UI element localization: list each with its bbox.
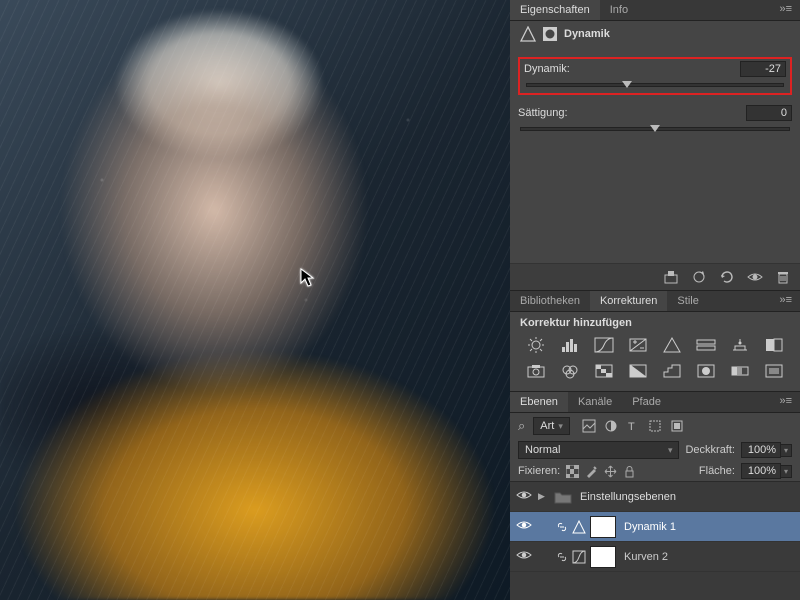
layer-filter-row: ⌕ Art▾ T	[510, 413, 800, 439]
adjustment-icons	[510, 331, 800, 391]
link-icon[interactable]	[556, 521, 568, 533]
visibility-toggle-icon[interactable]	[514, 549, 534, 564]
properties-footer	[510, 263, 800, 290]
tab-corrections[interactable]: Korrekturen	[590, 291, 667, 311]
trash-icon[interactable]	[774, 268, 792, 286]
pointer-cursor	[300, 268, 316, 293]
saturation-label: Sättigung:	[518, 107, 568, 119]
right-panels: Eigenschaften Info »≡ Dynamik Dynamik:	[510, 0, 800, 600]
layers-panel: Ebenen Kanäle Pfade »≡ ⌕ Art▾ T Normal▾ …	[510, 391, 800, 600]
channel-mixer-icon[interactable]	[558, 361, 582, 381]
properties-header: Dynamik	[510, 21, 800, 47]
fill-label: Fläche:	[699, 465, 735, 477]
layer-row[interactable]: Kurven 2	[510, 542, 800, 572]
panel-menu-icon[interactable]: »≡	[771, 392, 800, 412]
hue-saturation-icon[interactable]	[694, 335, 718, 355]
layer-tree: ▶ Einstellungsebenen Dynamik 1 Kurven 2	[510, 481, 800, 600]
adjustments-panel: Bibliotheken Korrekturen Stile »≡ Korrek…	[510, 290, 800, 391]
filter-type-select[interactable]: Art▾	[533, 417, 570, 435]
opacity-dropdown-icon[interactable]: ▾	[781, 444, 792, 457]
tab-styles[interactable]: Stile	[667, 291, 708, 311]
tab-properties[interactable]: Eigenschaften	[510, 0, 600, 20]
document-canvas[interactable]	[0, 0, 510, 600]
svg-text:T: T	[628, 421, 635, 433]
filter-smart-icon[interactable]	[670, 419, 684, 433]
opacity-label: Deckkraft:	[685, 444, 735, 456]
lock-pixels-icon[interactable]	[585, 465, 598, 478]
threshold-icon[interactable]	[694, 361, 718, 381]
lock-position-icon[interactable]	[604, 465, 617, 478]
folder-icon	[554, 490, 572, 504]
opacity-value[interactable]: 100%	[741, 442, 781, 458]
levels-icon[interactable]	[558, 335, 582, 355]
panel-menu-icon[interactable]: »≡	[771, 291, 800, 311]
layer-mask-thumb[interactable]	[590, 546, 616, 568]
mask-icon[interactable]	[542, 26, 558, 42]
add-adjustment-label: Korrektur hinzufügen	[510, 312, 800, 331]
filter-pixel-icon[interactable]	[582, 419, 596, 433]
filter-shape-icon[interactable]	[648, 419, 662, 433]
lock-transparency-icon[interactable]	[566, 465, 579, 478]
saturation-slider[interactable]	[520, 127, 790, 131]
visibility-toggle-icon[interactable]	[514, 519, 534, 534]
exposure-icon[interactable]	[626, 335, 650, 355]
adjustment-title: Dynamik	[564, 28, 610, 40]
invert-icon[interactable]	[626, 361, 650, 381]
tab-channels[interactable]: Kanäle	[568, 392, 622, 412]
tab-libraries[interactable]: Bibliotheken	[510, 291, 590, 311]
adjustment-thumb-icon	[572, 550, 586, 564]
posterize-icon[interactable]	[660, 361, 684, 381]
adjustment-thumb-icon	[572, 520, 586, 534]
color-lookup-icon[interactable]	[592, 361, 616, 381]
filter-search-icon[interactable]: ⌕	[518, 418, 525, 434]
clip-to-layer-icon[interactable]	[662, 268, 680, 286]
selective-color-icon[interactable]	[762, 361, 786, 381]
saturation-slider-row: Sättigung:	[518, 105, 792, 131]
properties-panel: Eigenschaften Info »≡ Dynamik Dynamik:	[510, 0, 800, 290]
layer-name[interactable]: Einstellungsebenen	[580, 491, 676, 503]
lock-label: Fixieren:	[518, 465, 560, 477]
layer-row-selected[interactable]: Dynamik 1	[510, 512, 800, 542]
view-previous-icon[interactable]	[690, 268, 708, 286]
tab-layers[interactable]: Ebenen	[510, 392, 568, 412]
layer-name[interactable]: Kurven 2	[624, 551, 668, 563]
layer-group-row[interactable]: ▶ Einstellungsebenen	[510, 482, 800, 512]
link-icon[interactable]	[556, 551, 568, 563]
lock-all-icon[interactable]	[623, 465, 636, 478]
vibrance-slider-row: Dynamik:	[518, 57, 792, 95]
blend-mode-select[interactable]: Normal▾	[518, 441, 679, 459]
tab-paths[interactable]: Pfade	[622, 392, 671, 412]
brightness-contrast-icon[interactable]	[524, 335, 548, 355]
photo-filter-icon[interactable]	[524, 361, 548, 381]
visibility-icon[interactable]	[746, 268, 764, 286]
properties-tabs: Eigenschaften Info »≡	[510, 0, 800, 21]
curves-icon[interactable]	[592, 335, 616, 355]
visibility-toggle-icon[interactable]	[514, 489, 534, 504]
vibrance-icon[interactable]	[660, 335, 684, 355]
vibrance-adjustment-icon	[520, 26, 536, 42]
layer-name[interactable]: Dynamik 1	[624, 521, 676, 533]
color-balance-icon[interactable]	[728, 335, 752, 355]
reset-icon[interactable]	[718, 268, 736, 286]
filter-adjustment-icon[interactable]	[604, 419, 618, 433]
saturation-value-input[interactable]	[746, 105, 792, 121]
black-white-icon[interactable]	[762, 335, 786, 355]
vibrance-value-input[interactable]	[740, 61, 786, 77]
fill-value[interactable]: 100%	[741, 463, 781, 479]
disclosure-triangle-icon[interactable]: ▶	[538, 491, 550, 502]
gradient-map-icon[interactable]	[728, 361, 752, 381]
panel-menu-icon[interactable]: »≡	[771, 0, 800, 20]
vibrance-label: Dynamik:	[524, 63, 570, 75]
vibrance-slider[interactable]	[526, 83, 784, 87]
layer-mask-thumb[interactable]	[590, 516, 616, 538]
tab-info[interactable]: Info	[600, 0, 638, 20]
filter-type-icon[interactable]: T	[626, 419, 640, 433]
fill-dropdown-icon[interactable]: ▾	[781, 465, 792, 478]
